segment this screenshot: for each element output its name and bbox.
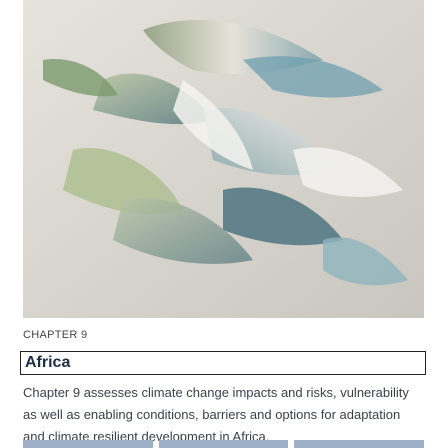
figures-button[interactable] (294, 440, 424, 448)
explore-button[interactable] (23, 440, 153, 448)
downloads-button[interactable] (158, 440, 289, 448)
chapter-card: CHAPTER 9 Africa Chapter 9 assesses clim… (0, 0, 448, 448)
abstract-cover-art (23, 0, 424, 318)
chapter-action-buttons (23, 440, 424, 448)
chapter-description: Chapter 9 assesses climate change impact… (23, 385, 409, 444)
chapter-number-label: CHAPTER 9 (23, 329, 88, 341)
chapter-title-box[interactable]: Africa (20, 351, 426, 375)
chapter-title[interactable]: Africa (25, 354, 70, 372)
chapter-cover-image[interactable] (23, 0, 424, 318)
